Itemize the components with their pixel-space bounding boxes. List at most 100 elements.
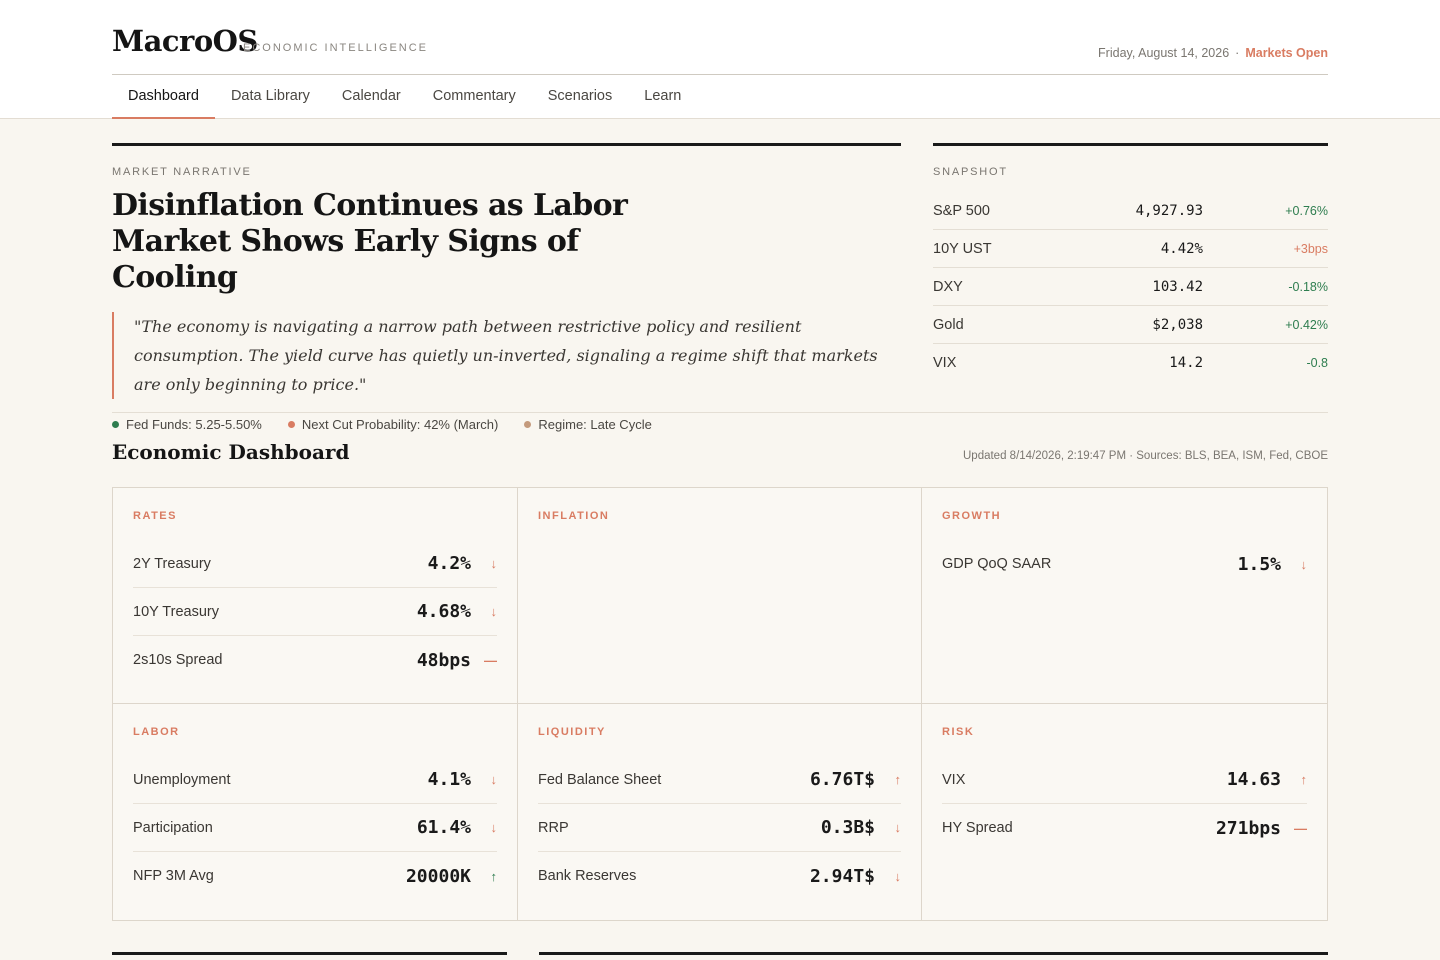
arrow-down-icon: ↓: [490, 772, 498, 787]
metric-row[interactable]: HY Spread 271bps —: [942, 804, 1307, 852]
metric-value: 14.63: [1226, 769, 1281, 790]
nav-tab-scenarios[interactable]: Scenarios: [532, 75, 628, 119]
metric-list: Fed Balance Sheet 6.76T$ ↑ RRP 0.3B$ ↓ Bank Re…: [538, 756, 901, 900]
metric-value: 1.5%: [1237, 553, 1281, 575]
section-rule-right: [539, 952, 1328, 955]
metric-value: 20000K: [405, 865, 471, 887]
brand-logo[interactable]: MacroOS: [112, 24, 258, 58]
metric-row[interactable]: Fed Balance Sheet 6.76T$ ↑: [538, 756, 901, 804]
main-nav: Dashboard Data Library Calendar Commentary S…: [112, 75, 697, 119]
indicator-chip-label: Fed Funds: 5.25-5.50%: [126, 417, 262, 432]
snapshot-row[interactable]: Gold $2,038 +0.42%: [933, 306, 1328, 344]
indicator-chip-label: Regime: Late Cycle: [538, 417, 652, 432]
metric-name: Fed Balance Sheet: [538, 771, 662, 788]
arrow-up-icon: ↑: [894, 772, 902, 787]
indicator-chip: Regime: Late Cycle: [524, 417, 652, 432]
snapshot-change: -0.8: [1306, 356, 1328, 370]
indicator-chip-label: Next Cut Probability: 42% (March): [301, 417, 499, 432]
snapshot-name: VIX: [933, 355, 957, 371]
market-snapshot: SNAPSHOT S&P 500 4,927.93 +0.76% 10Y UST 4.4…: [933, 143, 1328, 382]
snapshot-row[interactable]: S&P 500 4,927.93 +0.76%: [933, 192, 1328, 230]
section-rule-left: [112, 952, 507, 955]
date-separator: ·: [1235, 46, 1240, 60]
market-narrative: MARKET NARRATIVE Disinflation Continues …: [112, 143, 901, 432]
nav-tab-data-library[interactable]: Data Library: [215, 75, 326, 119]
flat-dash-icon: —: [1294, 820, 1307, 836]
arrow-down-icon: ↓: [490, 604, 498, 619]
snapshot-list: S&P 500 4,927.93 +0.76% 10Y UST 4.42% +3bps DX…: [933, 192, 1328, 382]
arrow-down-icon: ↓: [490, 556, 498, 571]
dashboard-title: Economic Dashboard: [112, 440, 350, 464]
top-header: MacroOS ECONOMIC INTELLIGENCE Friday, Au…: [0, 0, 1440, 119]
metric-row[interactable]: VIX 14.63 ↑: [942, 756, 1307, 804]
panel-labor: LABOR Unemployment 4.1% ↓ Participation 61.4%…: [113, 704, 518, 920]
metric-name: HY Spread: [942, 820, 1013, 836]
metric-row[interactable]: 10Y Treasury 4.68% ↓: [133, 588, 497, 636]
panel-liquidity: LIQUIDITY Fed Balance Sheet 6.76T$ ↑ RRP 0.3B…: [518, 704, 922, 920]
nav-tab-calendar[interactable]: Calendar: [326, 75, 417, 119]
metric-row[interactable]: 2Y Treasury 4.2% ↓: [133, 540, 497, 588]
snapshot-name: 10Y UST: [933, 240, 992, 257]
arrow-up-icon: ↑: [1300, 772, 1308, 787]
metric-value: 4.68%: [416, 601, 471, 622]
current-date: Friday, August 14, 2026: [1098, 46, 1230, 60]
metric-row[interactable]: NFP 3M Avg 20000K ↑: [133, 852, 497, 900]
metric-row[interactable]: RRP 0.3B$ ↓: [538, 804, 901, 852]
panel-title: RATES: [133, 510, 177, 522]
arrow-up-icon: ↑: [490, 868, 498, 884]
panel-inflation: INFLATION: [518, 488, 922, 704]
panel-title: LABOR: [133, 726, 180, 738]
metric-name: GDP QoQ SAAR: [942, 556, 1052, 572]
metric-name: 2Y Treasury: [133, 555, 211, 572]
indicator-chip: Fed Funds: 5.25-5.50%: [112, 417, 262, 432]
brand-row: MacroOS ECONOMIC INTELLIGENCE Friday, Au…: [112, 0, 1328, 75]
snapshot-value: 103.42: [1152, 278, 1203, 295]
status-dot-icon: [112, 421, 119, 428]
nav-tab-learn[interactable]: Learn: [628, 75, 697, 119]
date-status: Friday, August 14, 2026 · Markets Open: [1098, 46, 1328, 60]
panel-risk: RISK VIX 14.63 ↑ HY Spread 271bps —: [922, 704, 1327, 920]
arrow-down-icon: ↓: [1300, 556, 1308, 572]
metric-name: Participation: [133, 819, 213, 836]
snapshot-change: -0.18%: [1288, 279, 1328, 294]
metric-row[interactable]: Bank Reserves 2.94T$ ↓: [538, 852, 901, 900]
snapshot-row[interactable]: DXY 103.42 -0.18%: [933, 268, 1328, 306]
status-dot-icon: [287, 421, 295, 428]
snapshot-name: DXY: [933, 278, 963, 295]
snapshot-value: $2,038: [1152, 316, 1203, 333]
metric-name: VIX: [942, 771, 966, 788]
metric-name: Unemployment: [133, 771, 231, 788]
metric-row[interactable]: Participation 61.4% ↓: [133, 804, 497, 852]
market-status: Markets Open: [1245, 46, 1328, 60]
panel-title: RISK: [942, 726, 975, 738]
metric-value: 48bps: [416, 649, 471, 671]
arrow-down-icon: ↓: [894, 868, 902, 884]
metric-value: 6.76T$: [809, 769, 875, 790]
metric-row[interactable]: GDP QoQ SAAR 1.5% ↓: [942, 540, 1307, 588]
metric-row[interactable]: Unemployment 4.1% ↓: [133, 756, 497, 804]
snapshot-name: Gold: [933, 316, 964, 333]
metric-name: 10Y Treasury: [133, 603, 219, 620]
metric-name: Bank Reserves: [538, 868, 637, 884]
indicator-chips: Fed Funds: 5.25-5.50% Next Cut Probabilit…: [112, 417, 901, 432]
dashboard-grid: RATES 2Y Treasury 4.2% ↓ 10Y Treasury 4.68% ↓ 2…: [112, 487, 1328, 921]
snapshot-row[interactable]: VIX 14.2 -0.8: [933, 344, 1328, 382]
snapshot-value: 14.2: [1169, 355, 1203, 371]
snapshot-name: S&P 500: [933, 202, 990, 219]
flat-dash-icon: —: [484, 652, 497, 668]
panel-title: INFLATION: [538, 510, 610, 522]
panel-title: LIQUIDITY: [538, 726, 606, 738]
metric-row[interactable]: 2s10s Spread 48bps —: [133, 636, 497, 684]
snapshot-change: +0.42%: [1285, 317, 1328, 332]
nav-tab-dashboard[interactable]: Dashboard: [112, 75, 215, 119]
arrow-down-icon: ↓: [894, 820, 902, 835]
brand-tagline: ECONOMIC INTELLIGENCE: [243, 42, 429, 54]
nav-tab-commentary[interactable]: Commentary: [417, 75, 532, 119]
metric-value: 4.1%: [427, 769, 471, 790]
snapshot-kicker: SNAPSHOT: [933, 166, 1008, 178]
metric-list: 2Y Treasury 4.2% ↓ 10Y Treasury 4.68% ↓ 2s10s …: [133, 540, 497, 684]
metric-list: VIX 14.63 ↑ HY Spread 271bps —: [942, 756, 1307, 852]
snapshot-row[interactable]: 10Y UST 4.42% +3bps: [933, 230, 1328, 268]
narrative-quote: "The economy is navigating a narrow path…: [112, 312, 901, 399]
metric-value: 2.94T$: [809, 865, 875, 887]
